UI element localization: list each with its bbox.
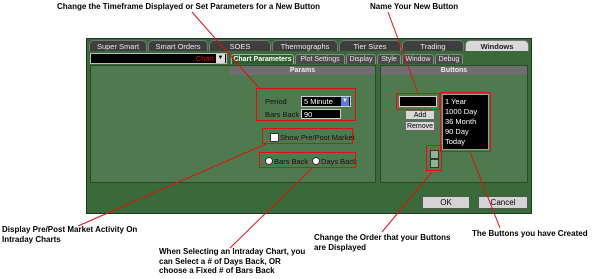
annotation-lines <box>77 11 501 249</box>
